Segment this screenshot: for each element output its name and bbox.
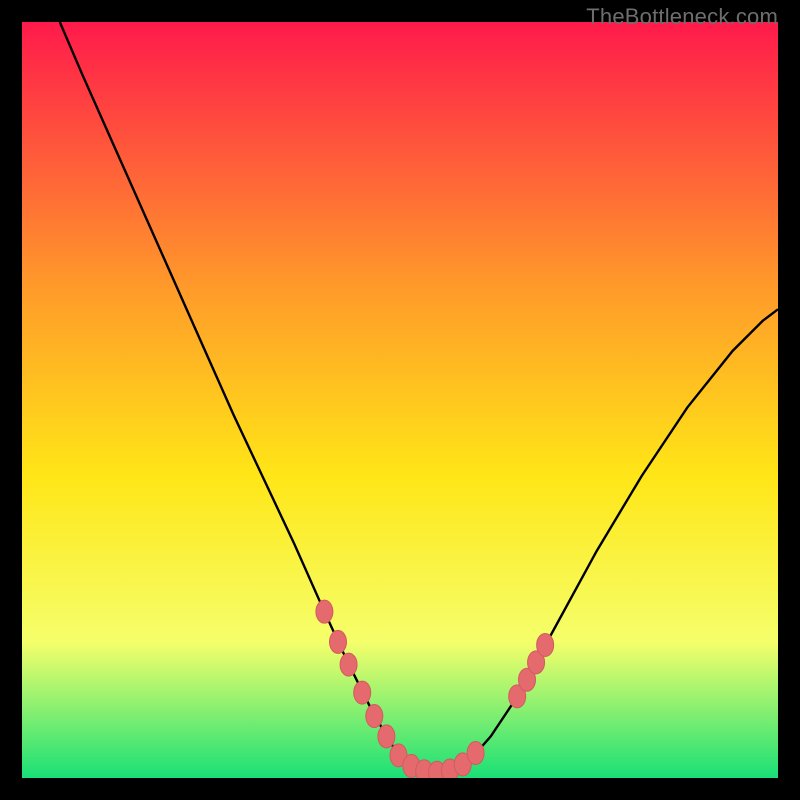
- data-marker: [354, 681, 371, 704]
- data-marker: [330, 630, 347, 653]
- data-marker: [366, 705, 383, 728]
- data-marker: [467, 742, 484, 765]
- data-marker: [316, 600, 333, 623]
- data-marker: [537, 633, 554, 656]
- data-marker: [378, 725, 395, 748]
- gradient-background: [22, 22, 778, 778]
- chart-frame: [22, 22, 778, 778]
- watermark-text: TheBottleneck.com: [586, 4, 778, 30]
- bottleneck-chart: [22, 22, 778, 778]
- data-marker: [340, 653, 357, 676]
